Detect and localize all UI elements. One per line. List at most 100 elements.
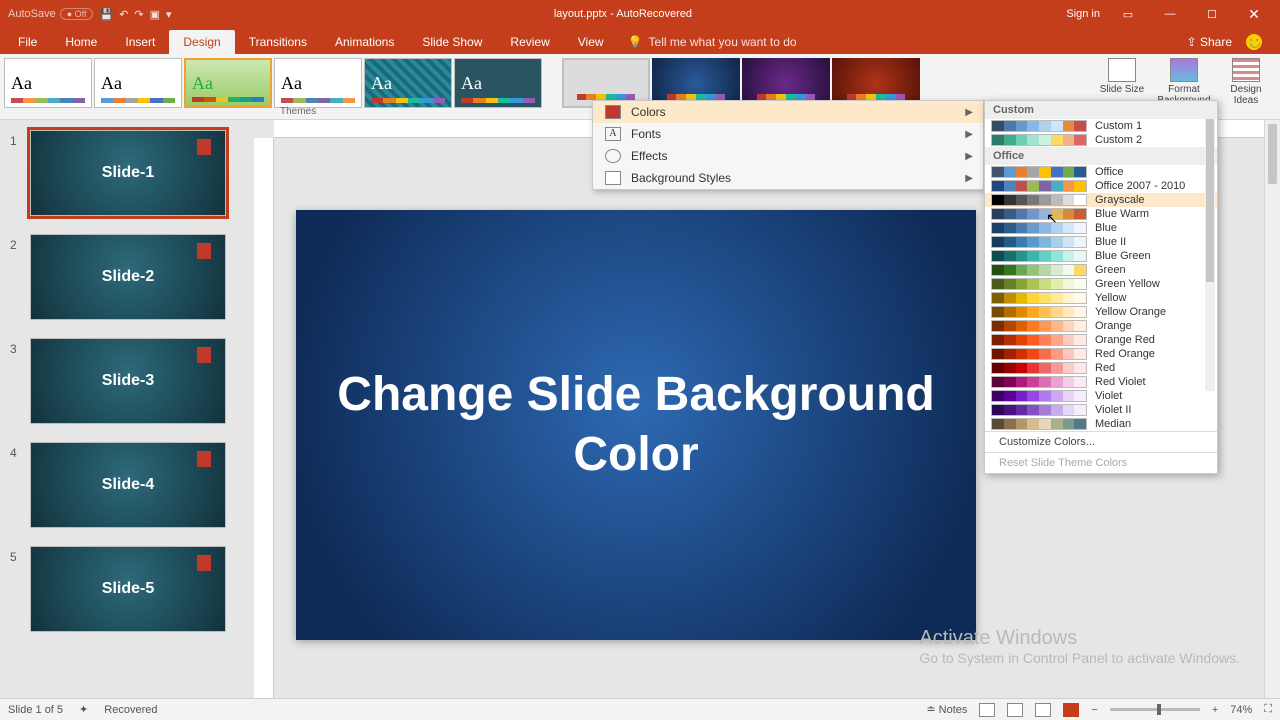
color-theme-blue[interactable]: Blue (985, 221, 1217, 235)
tab-insert[interactable]: Insert (111, 30, 169, 54)
design-ideas-button[interactable]: Design Ideas (1218, 56, 1274, 106)
minimize-icon[interactable]: — (1156, 8, 1184, 20)
color-theme-red[interactable]: Red (985, 361, 1217, 375)
chevron-right-icon: ▶ (965, 173, 973, 184)
sorter-view-icon[interactable] (1007, 703, 1023, 717)
start-slideshow-icon[interactable]: ▣ (150, 8, 160, 21)
theme-thumb[interactable]: Aa (274, 58, 362, 108)
color-swatch (991, 404, 1087, 416)
flyout-scrollbar[interactable] (1205, 119, 1215, 391)
color-theme-label: Red Violet (1095, 376, 1146, 388)
menu-item-background-styles[interactable]: Background Styles▶ (593, 167, 983, 189)
status-bar: Slide 1 of 5 ✦ Recovered ≐ Notes − + 74%… (0, 698, 1280, 720)
color-theme-green-yellow[interactable]: Green Yellow (985, 277, 1217, 291)
customize-colors-item[interactable]: Customize Colors... (985, 431, 1217, 452)
window-title: layout.pptx - AutoRecovered (180, 8, 1067, 20)
spellcheck-icon[interactable]: ✦ (79, 703, 88, 716)
slide-thumbnail[interactable]: Slide-1 (30, 130, 226, 216)
tab-slide-show[interactable]: Slide Show (408, 30, 496, 54)
theme-thumb[interactable]: Aa (94, 58, 182, 108)
color-swatch (991, 236, 1087, 248)
theme-thumb[interactable]: Aa (364, 58, 452, 108)
color-theme-label: Blue Green (1095, 250, 1151, 262)
color-theme-label: Orange (1095, 320, 1132, 332)
zoom-level[interactable]: 74% (1230, 704, 1252, 716)
qat-customize-icon[interactable]: ▾ (166, 8, 172, 21)
color-theme-label: Green Yellow (1095, 278, 1160, 290)
chevron-right-icon: ▶ (965, 107, 973, 118)
color-theme-label: Yellow (1095, 292, 1126, 304)
chevron-right-icon: ▶ (965, 151, 973, 162)
menu-item-colors[interactable]: Colors▶ (593, 101, 983, 123)
color-theme-green[interactable]: Green (985, 263, 1217, 277)
color-theme-custom-2[interactable]: Custom 2 (985, 133, 1217, 147)
slide-size-button[interactable]: Slide Size (1094, 56, 1150, 106)
menu-item-effects[interactable]: Effects▶ (593, 145, 983, 167)
recovered-label: Recovered (104, 704, 157, 716)
slide-thumbnail[interactable]: Slide-2 (30, 234, 226, 320)
slideshow-view-icon[interactable] (1063, 703, 1079, 717)
fit-to-window-icon[interactable]: ⛶ (1264, 703, 1272, 716)
theme-gallery[interactable]: Aa Aa Aa Aa Aa Aa (0, 54, 546, 112)
slide-title-text[interactable]: Change Slide Background Color (296, 365, 976, 485)
color-swatch (991, 348, 1087, 360)
reading-view-icon[interactable] (1035, 703, 1051, 717)
color-theme-orange-red[interactable]: Orange Red (985, 333, 1217, 347)
color-theme-blue-green[interactable]: Blue Green (985, 249, 1217, 263)
color-theme-red-violet[interactable]: Red Violet (985, 375, 1217, 389)
tab-transitions[interactable]: Transitions (235, 30, 321, 54)
normal-view-icon[interactable] (979, 703, 995, 717)
theme-thumb[interactable]: Aa (4, 58, 92, 108)
slide-thumbnails: 1Slide-12Slide-23Slide-34Slide-45Slide-5 (0, 120, 254, 698)
tab-animations[interactable]: Animations (321, 30, 408, 54)
tab-design[interactable]: Design (169, 30, 234, 54)
autosave-toggle[interactable]: AutoSave ● Off (8, 8, 93, 20)
undo-icon[interactable]: ↶ (119, 8, 128, 21)
color-theme-red-orange[interactable]: Red Orange (985, 347, 1217, 361)
slide-number: 3 (10, 338, 22, 356)
menu-item-fonts[interactable]: AFonts▶ (593, 123, 983, 145)
tab-view[interactable]: View (564, 30, 618, 54)
color-swatch (991, 180, 1087, 192)
theme-thumb[interactable]: Aa (454, 58, 542, 108)
color-swatch (991, 134, 1087, 146)
vertical-scrollbar[interactable] (1264, 120, 1280, 698)
signin-link[interactable]: Sign in (1066, 8, 1100, 20)
ribbon-display-icon[interactable]: ▭ (1114, 8, 1142, 21)
tab-home[interactable]: Home (51, 30, 111, 54)
color-theme-office-2007-2010[interactable]: Office 2007 - 2010 (985, 179, 1217, 193)
redo-icon[interactable]: ↷ (134, 8, 143, 21)
color-theme-yellow[interactable]: Yellow (985, 291, 1217, 305)
tab-file[interactable]: File (4, 30, 51, 54)
color-theme-violet-ii[interactable]: Violet II (985, 403, 1217, 417)
zoom-out-icon[interactable]: − (1091, 704, 1097, 716)
zoom-slider[interactable] (1110, 708, 1200, 711)
color-theme-blue-ii[interactable]: Blue II (985, 235, 1217, 249)
color-theme-label: Custom 2 (1095, 134, 1142, 146)
current-slide[interactable]: Change Slide Background Color (296, 210, 976, 640)
slide-thumbnail[interactable]: Slide-3 (30, 338, 226, 424)
color-theme-office[interactable]: Office (985, 165, 1217, 179)
color-swatch (991, 306, 1087, 318)
color-swatch (991, 264, 1087, 276)
theme-thumb[interactable]: Aa (184, 58, 272, 108)
format-background-button[interactable]: Format Background (1156, 56, 1212, 106)
share-button[interactable]: ⇪ Share (1187, 35, 1232, 49)
slide-thumbnail[interactable]: Slide-4 (30, 442, 226, 528)
tab-review[interactable]: Review (496, 30, 563, 54)
close-icon[interactable]: ✕ (1240, 6, 1268, 23)
color-theme-custom-1[interactable]: Custom 1 (985, 119, 1217, 133)
notes-button[interactable]: ≐ Notes (926, 703, 967, 716)
tell-me-search[interactable]: 💡Tell me what you want to do (628, 30, 797, 54)
color-theme-grayscale[interactable]: Grayscale (985, 193, 1217, 207)
feedback-icon[interactable] (1246, 34, 1262, 50)
color-theme-yellow-orange[interactable]: Yellow Orange (985, 305, 1217, 319)
maximize-icon[interactable]: ☐ (1198, 8, 1226, 21)
save-icon[interactable]: 💾 (99, 8, 113, 21)
color-theme-median[interactable]: Median (985, 417, 1217, 431)
color-theme-violet[interactable]: Violet (985, 389, 1217, 403)
slide-thumbnail[interactable]: Slide-5 (30, 546, 226, 632)
color-theme-blue-warm[interactable]: Blue Warm (985, 207, 1217, 221)
color-theme-orange[interactable]: Orange (985, 319, 1217, 333)
zoom-in-icon[interactable]: + (1212, 704, 1218, 716)
